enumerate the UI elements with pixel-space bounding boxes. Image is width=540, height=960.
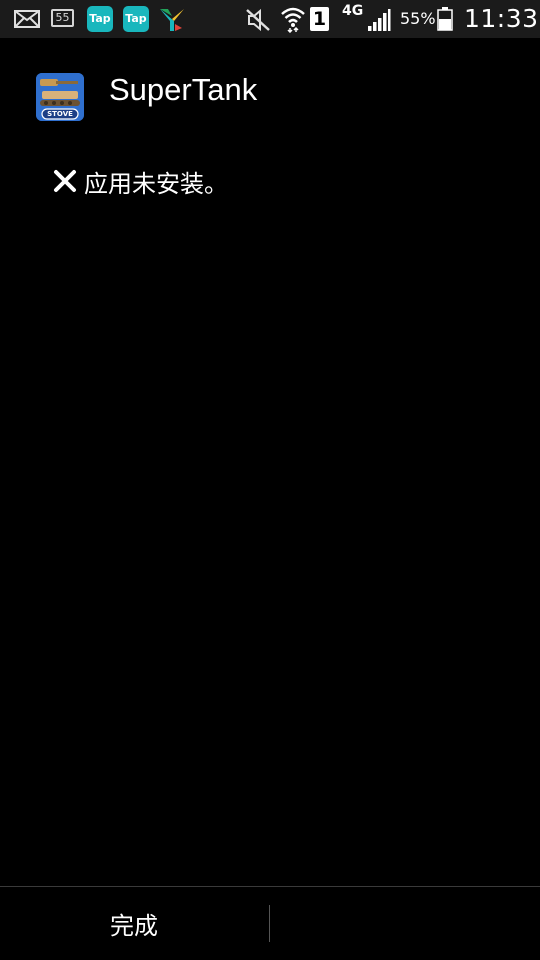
battery-percent: 55%: [400, 9, 436, 28]
y-logo-icon: [160, 9, 184, 31]
app-icon-label: STOVE: [47, 110, 73, 118]
notification-count-badge: 55: [51, 9, 74, 27]
install-status: 应用未安装。: [52, 163, 228, 199]
done-button-label: 完成: [110, 912, 158, 940]
status-bar: 55 Tap Tap 1 4G 55% 11:33: [0, 0, 540, 38]
battery-icon: [437, 7, 453, 31]
mail-icon: [14, 10, 40, 28]
app-title: SuperTank: [109, 72, 258, 107]
wifi-icon: [281, 7, 305, 33]
mute-icon: [246, 8, 270, 32]
tap-icon: Tap: [123, 6, 149, 32]
sim-slot-icon: 1: [310, 7, 329, 31]
close-icon: [54, 170, 76, 192]
signal-icon: [368, 9, 391, 31]
network-type-label: 4G: [342, 3, 364, 19]
right-button-area: [270, 887, 540, 960]
app-icon: STOVE: [36, 73, 84, 121]
status-message: 应用未安装。: [84, 169, 228, 198]
clock: 11:33: [464, 4, 539, 33]
tap-icon: Tap: [87, 6, 113, 32]
done-button[interactable]: 完成: [0, 887, 268, 960]
